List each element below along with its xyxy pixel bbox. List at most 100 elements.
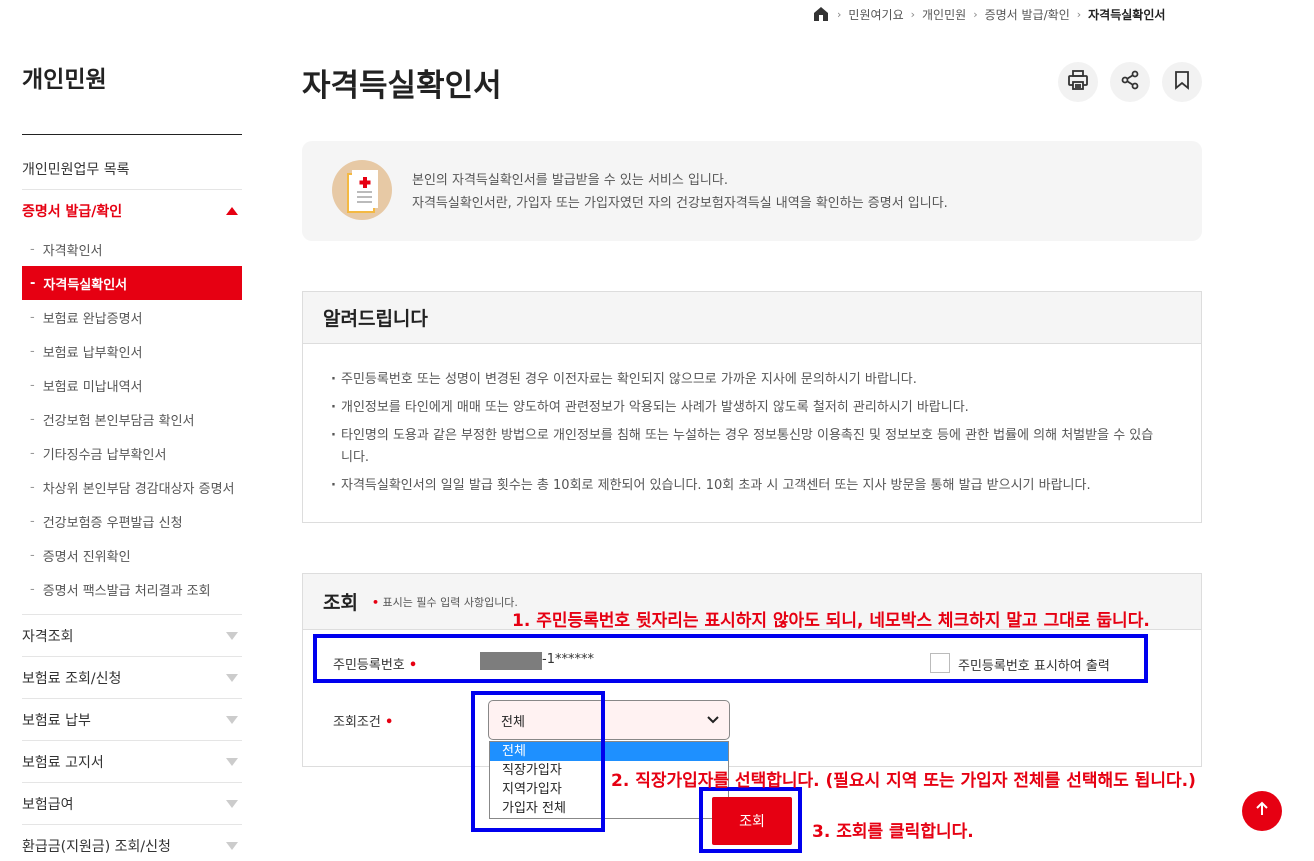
annotation-step1: 1. 주민등록번호 뒷자리는 표시하지 않아도 되니, 네모박스 체크하지 말고… xyxy=(512,611,1150,631)
required-note-text: 표시는 필수 입력 사항입니다. xyxy=(382,595,518,609)
sidebar-subitem[interactable]: - 증명서 팩스발급 처리결과 조회 xyxy=(22,572,242,606)
sidebar-subitem-label: 건강보험 본인부담금 확인서 xyxy=(42,413,195,429)
sidebar-subitem[interactable]: - 기타징수금 납부확인서 xyxy=(22,436,242,470)
chevron-down-icon xyxy=(226,757,238,766)
dash-icon: - xyxy=(30,547,35,563)
annotation-box-ssn xyxy=(313,634,1148,683)
notice-item: 주민등록번호 또는 성명이 변경된 경우 이전자료는 확인되지 않으므로 가까운… xyxy=(331,369,1161,391)
condition-label: 조회조건 • xyxy=(333,711,393,730)
sidebar-subitem[interactable]: - 건강보험 본인부담금 확인서 xyxy=(22,402,242,436)
annotation-step2: 2. 직장가입자를 선택합니다. (필요시 지역 또는 가입자 전체를 선택해도… xyxy=(611,771,1196,791)
sidebar-subitem[interactable]: - 보험료 완납증명서 xyxy=(22,300,242,334)
annotation-box-condition xyxy=(471,691,605,832)
required-note: • 표시는 필수 입력 사항입니다. xyxy=(372,594,518,610)
sidebar-item-certificates[interactable]: 증명서 발급/확인 xyxy=(22,190,242,232)
sidebar-item-premium-lookup[interactable]: 보험료 조회/신청 xyxy=(22,657,242,699)
sidebar-item-label: 개인민원업무 목록 xyxy=(22,161,130,178)
breadcrumb-item[interactable]: 증명서 발급/확인 xyxy=(985,6,1070,23)
sidebar-subitem[interactable]: - 보험료 미납내역서 xyxy=(22,368,242,402)
sidebar-subitem-label: 보험료 미납내역서 xyxy=(42,379,143,395)
print-icon xyxy=(1067,69,1089,95)
service-info-line: 본인의 자격득실확인서를 발급받을 수 있는 서비스 입니다. xyxy=(412,173,728,188)
breadcrumb: › 민원여기요 › 개인민원 › 증명서 발급/확인 › 자격득실확인서 xyxy=(812,4,1165,24)
dash-icon: - xyxy=(30,581,35,597)
dash-icon: - xyxy=(30,241,35,257)
sidebar-item-label: 환급금(지원금) 조회/신청 xyxy=(22,838,171,855)
dash-icon: - xyxy=(30,377,35,393)
notice-item: 자격득실확인서의 일일 발급 횟수는 총 10회로 제한되어 있습니다. 10회… xyxy=(331,475,1161,497)
dash-icon: - xyxy=(30,513,35,529)
sidebar-subitem-label: 자격확인서 xyxy=(42,243,103,259)
sidebar-item-label: 보험급여 xyxy=(22,796,74,813)
notice-list: 주민등록번호 또는 성명이 변경된 경우 이전자료는 확인되지 않으므로 가까운… xyxy=(303,344,1201,497)
bookmark-icon xyxy=(1173,70,1191,94)
sidebar-subitem[interactable]: - 증명서 진위확인 xyxy=(22,538,242,572)
chevron-down-icon xyxy=(226,799,238,808)
required-dot: • xyxy=(384,715,394,730)
sidebar-item-label: 보험료 고지서 xyxy=(22,754,104,771)
sidebar-item-premium-payment[interactable]: 보험료 납부 xyxy=(22,699,242,741)
sidebar-subitem[interactable]: - 보험료 납부확인서 xyxy=(22,334,242,368)
share-icon xyxy=(1120,70,1140,94)
dash-icon: - xyxy=(30,411,35,427)
breadcrumb-separator-icon: › xyxy=(1076,7,1082,21)
arrow-up-icon xyxy=(1254,801,1270,821)
sidebar-subitem[interactable]: - 건강보험증 우편발급 신청 xyxy=(22,504,242,538)
sidebar-item-label: 보험료 조회/신청 xyxy=(22,670,122,687)
condition-label-text: 조회조건 xyxy=(333,715,381,730)
sidebar-item-benefits[interactable]: 보험급여 xyxy=(22,783,242,825)
sidebar-subitem[interactable]: - 차상위 본인부담 경감대상자 증명서 xyxy=(22,470,242,504)
sidebar-subitem[interactable]: - 자격확인서 xyxy=(22,232,242,266)
service-info-box: 본인의 자격득실확인서를 발급받을 수 있는 서비스 입니다. 자격득실확인서란… xyxy=(302,141,1202,241)
chevron-up-icon xyxy=(226,207,238,215)
chevron-down-icon xyxy=(226,841,238,850)
sidebar-subitem-label: 증명서 진위확인 xyxy=(42,549,131,565)
share-button[interactable] xyxy=(1110,62,1150,102)
annotation-step3: 3. 조회를 클릭합니다. xyxy=(812,822,974,842)
sidebar-submenu: - 자격확인서 - 자격득실확인서 - 보험료 완납증명서 - 보험료 납부확인서 -보… xyxy=(22,232,242,615)
sidebar-item-eligibility[interactable]: 자격조회 xyxy=(22,615,242,657)
notice-item: 개인정보를 타인에게 매매 또는 양도하여 관련정보가 악용되는 사례가 발생하… xyxy=(331,397,1161,419)
breadcrumb-separator-icon: › xyxy=(837,7,842,21)
lookup-title: 조회 xyxy=(323,592,358,614)
sidebar-item-list[interactable]: 개인민원업무 목록 xyxy=(22,148,242,190)
chevron-down-icon xyxy=(226,715,238,724)
breadcrumb-item[interactable]: 민원여기요 xyxy=(848,6,903,23)
dash-icon: - xyxy=(30,309,35,325)
page-tools xyxy=(1058,62,1202,102)
scroll-top-button[interactable] xyxy=(1242,791,1282,831)
dash-icon: - xyxy=(30,479,35,495)
sidebar-item-label: 증명서 발급/확인 xyxy=(22,204,123,220)
bookmark-button[interactable] xyxy=(1162,62,1202,102)
sidebar-subitem-label: 건강보험증 우편발급 신청 xyxy=(42,515,183,531)
breadcrumb-item[interactable]: 개인민원 xyxy=(922,6,966,23)
chevron-down-icon xyxy=(226,631,238,640)
breadcrumb-separator-icon: › xyxy=(973,7,978,21)
dash-icon: - xyxy=(30,445,35,461)
notice-item: 타인명의 도용과 같은 부정한 방법으로 개인정보를 침해 또는 누설하는 경우… xyxy=(331,425,1161,469)
chevron-down-icon xyxy=(226,673,238,682)
dash-icon: - xyxy=(30,275,36,291)
sidebar-subitem-label: 기타징수금 납부확인서 xyxy=(42,447,167,463)
sidebar-nav: 개인민원업무 목록 증명서 발급/확인 - 자격확인서 - 자격득실확인서 - 보험료… xyxy=(22,148,242,861)
sidebar-subitem-active[interactable]: - 자격득실확인서 xyxy=(22,266,242,300)
sidebar-subitem-label: 보험료 완납증명서 xyxy=(42,311,143,327)
home-icon[interactable] xyxy=(812,5,830,23)
sidebar-subitem-label: 자격득실확인서 xyxy=(43,277,128,293)
sidebar-subitem-label: 보험료 납부확인서 xyxy=(42,345,143,361)
document-icon xyxy=(332,160,392,220)
chevron-down-icon xyxy=(707,713,719,728)
sidebar-title: 개인민원 xyxy=(22,67,107,93)
sidebar-item-label: 보험료 납부 xyxy=(22,712,91,729)
sidebar-item-refund[interactable]: 환급금(지원금) 조회/신청 xyxy=(22,825,242,861)
print-button[interactable] xyxy=(1058,62,1098,102)
sidebar-divider xyxy=(22,134,242,135)
service-info-line: 자격득실확인서란, 가입자 또는 가입자였던 자의 건강보험자격득실 내역을 확… xyxy=(412,196,948,211)
breadcrumb-current: 자격득실확인서 xyxy=(1088,7,1166,22)
page-title: 자격득실확인서 xyxy=(302,68,502,104)
notice-box: 알려드립니다 주민등록번호 또는 성명이 변경된 경우 이전자료는 확인되지 않… xyxy=(302,291,1202,523)
dash-icon: - xyxy=(30,343,35,359)
sidebar-subitem-label: 차상위 본인부담 경감대상자 증명서 xyxy=(42,481,235,497)
breadcrumb-separator-icon: › xyxy=(910,7,916,21)
sidebar-item-premium-notice[interactable]: 보험료 고지서 xyxy=(22,741,242,783)
